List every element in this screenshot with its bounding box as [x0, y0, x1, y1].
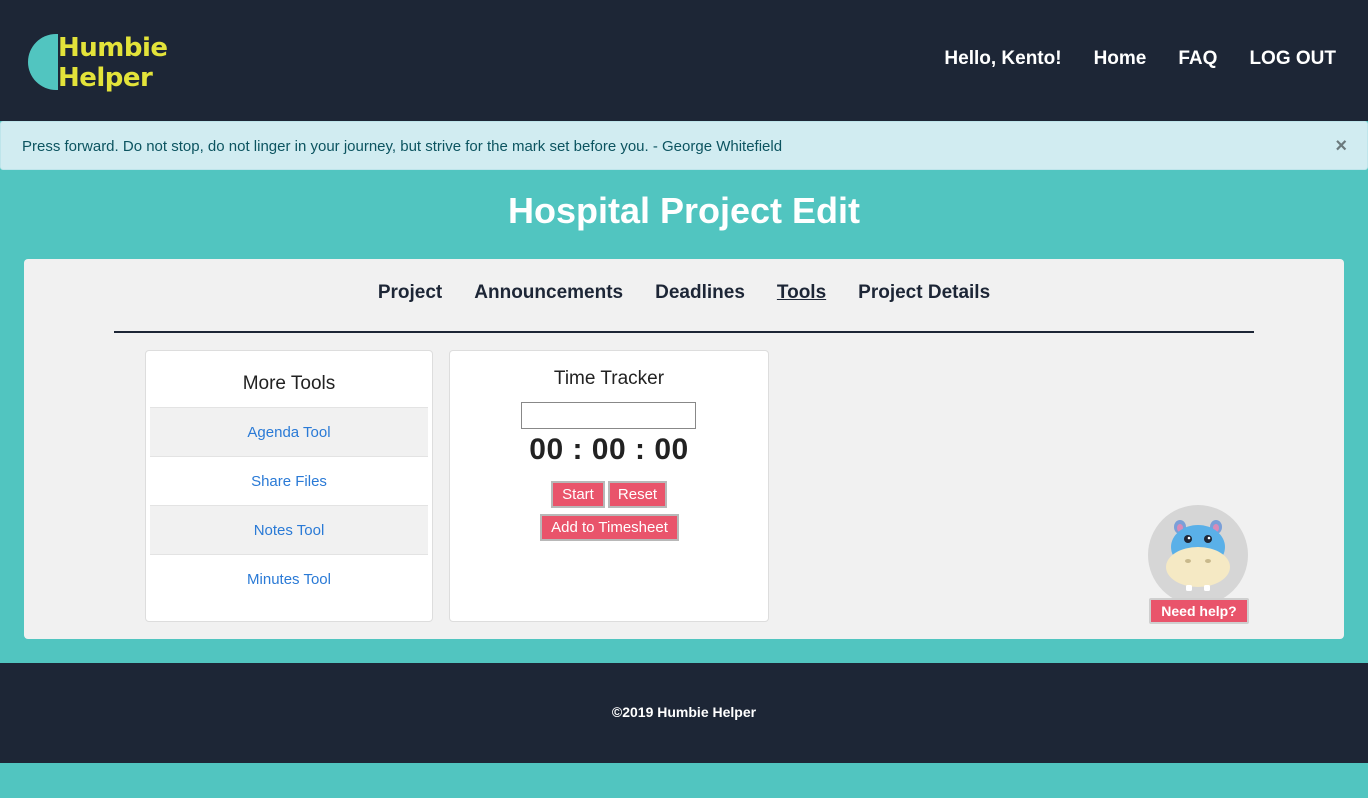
tool-item-share-files[interactable]: Share Files: [150, 456, 428, 505]
help-widget[interactable]: Need help?: [1148, 505, 1250, 625]
more-tools-panel: More Tools Agenda Tool Share Files Notes…: [145, 350, 433, 622]
tabs-divider: [114, 331, 1254, 333]
logo-line-1: Humbie: [58, 33, 168, 63]
tool-item-agenda[interactable]: Agenda Tool: [150, 407, 428, 456]
nav-faq-link[interactable]: FAQ: [1178, 48, 1217, 70]
tab-announcements[interactable]: Announcements: [474, 282, 623, 304]
top-nav: Hello, Kento! Home FAQ LOG OUT: [944, 48, 1336, 70]
project-tabs: Project Announcements Deadlines Tools Pr…: [24, 282, 1344, 304]
timer-display: 00 : 00 : 00: [529, 433, 689, 466]
footer-copyright: ©2019 Humbie Helper: [611, 704, 757, 720]
tab-tools[interactable]: Tools: [777, 282, 826, 304]
time-tracker-title: Time Tracker: [553, 368, 665, 389]
site-footer: ©2019 Humbie Helper: [0, 663, 1368, 763]
logo-text: Humbie Helper: [58, 33, 168, 93]
logo-half-circle-icon: [28, 34, 58, 90]
more-tools-title: More Tools: [242, 373, 336, 394]
start-button[interactable]: Start: [551, 481, 605, 508]
time-tracker-input[interactable]: [521, 402, 696, 429]
tool-item-notes[interactable]: Notes Tool: [150, 505, 428, 554]
humbie-helper-logo[interactable]: Humbie Helper: [28, 33, 178, 95]
reset-button[interactable]: Reset: [608, 481, 667, 508]
site-header: Humbie Helper Hello, Kento! Home FAQ LOG…: [0, 0, 1368, 121]
quote-alert: Press forward. Do not stop, do not linge…: [0, 121, 1368, 170]
add-to-timesheet-button[interactable]: Add to Timesheet: [540, 514, 679, 541]
close-icon[interactable]: ×: [1335, 135, 1347, 158]
tab-deadlines[interactable]: Deadlines: [655, 282, 745, 304]
project-card: Project Announcements Deadlines Tools Pr…: [24, 259, 1344, 639]
page-title: Hospital Project Edit: [507, 190, 861, 231]
nav-home-link[interactable]: Home: [1094, 48, 1147, 70]
hippo-mascot-icon[interactable]: [1148, 505, 1248, 605]
tab-project[interactable]: Project: [378, 282, 442, 304]
nav-greeting[interactable]: Hello, Kento!: [944, 48, 1061, 70]
tab-project-details[interactable]: Project Details: [858, 282, 990, 304]
tool-list: Agenda Tool Share Files Notes Tool Minut…: [150, 407, 428, 603]
tool-item-minutes[interactable]: Minutes Tool: [150, 554, 428, 603]
time-tracker-panel: Time Tracker 00 : 00 : 00 Start Reset Ad…: [449, 350, 769, 622]
nav-logout-link[interactable]: LOG OUT: [1249, 48, 1336, 70]
logo-line-2: Helper: [58, 63, 153, 93]
alert-quote-text: Press forward. Do not stop, do not linge…: [22, 138, 783, 155]
need-help-button[interactable]: Need help?: [1149, 598, 1249, 624]
